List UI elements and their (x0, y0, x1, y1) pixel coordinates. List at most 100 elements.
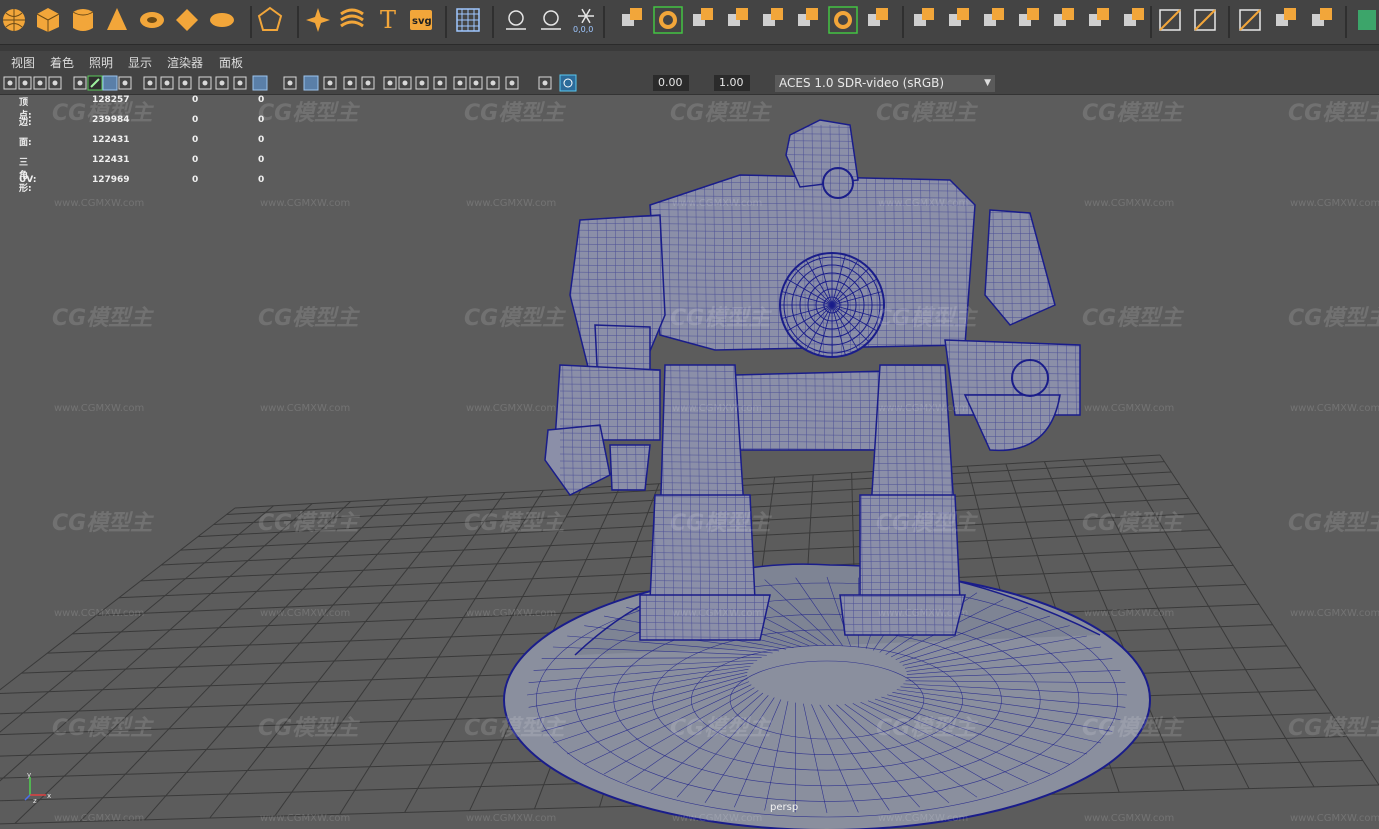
grease-pencil-icon[interactable] (87, 75, 103, 91)
wireframe-on-shaded-icon[interactable] (303, 75, 319, 91)
cone-icon[interactable] (107, 8, 127, 30)
hud-selected-edges: 0 (192, 115, 199, 125)
robot-left-claw[interactable] (544, 424, 611, 496)
menu-lighting[interactable]: 照明 (89, 54, 113, 71)
aa-icon[interactable] (415, 76, 429, 90)
grid-icon[interactable] (102, 75, 118, 91)
insert-loop-icon[interactable] (984, 8, 1004, 26)
shadows-icon[interactable] (361, 76, 375, 90)
color-mgmt-icon[interactable] (559, 74, 577, 92)
mirror-icon[interactable] (728, 8, 748, 26)
field-chart-icon[interactable] (178, 76, 192, 90)
backface-icon[interactable] (486, 76, 500, 90)
gamma-icon[interactable] (538, 76, 552, 90)
watermark-url: www.CGMXW.com (466, 403, 557, 414)
twist-icon[interactable] (340, 8, 364, 28)
offset-loop-icon[interactable] (1054, 8, 1074, 26)
platonic-icon[interactable] (257, 6, 283, 31)
sculpt-icon[interactable] (1276, 8, 1296, 26)
watermark-url: www.CGMXW.com (54, 608, 145, 619)
axis-label-y: y (27, 773, 31, 779)
locator-icon[interactable] (506, 10, 526, 30)
base-mesh[interactable] (503, 563, 1151, 829)
motion-blur-icon[interactable] (398, 76, 412, 90)
disc-icon[interactable] (210, 13, 234, 27)
bookmark-icon[interactable] (33, 76, 47, 90)
sweep-icon[interactable] (306, 8, 330, 32)
lights-icon[interactable] (343, 76, 357, 90)
gamma-field[interactable]: 1.00 (714, 75, 750, 91)
combine-icon[interactable] (622, 8, 642, 26)
film-gate-icon[interactable] (118, 76, 132, 90)
text-icon[interactable]: T (380, 6, 396, 34)
resolution-gate-icon[interactable] (143, 76, 157, 90)
exposure-icon[interactable] (505, 76, 519, 90)
menu-panels[interactable]: 面板 (219, 54, 243, 71)
connect-icon[interactable] (1159, 9, 1181, 31)
robot-gun-barrel[interactable] (1011, 359, 1049, 397)
camera-attr-icon[interactable] (18, 76, 32, 90)
watermark-url: www.CGMXW.com (878, 198, 969, 209)
bevel-icon[interactable] (798, 8, 818, 26)
watermark-url: www.CGMXW.com (878, 403, 969, 414)
slide-edge-icon[interactable] (1089, 8, 1109, 26)
gate-mask-icon[interactable] (160, 76, 174, 90)
extrude-icon[interactable] (914, 8, 934, 26)
torus-icon[interactable] (140, 12, 164, 28)
extract-icon[interactable] (653, 6, 683, 34)
watermark-brand: CG模型主 (258, 511, 359, 536)
svg-icon[interactable]: svg (410, 10, 432, 30)
isolate-icon[interactable] (433, 76, 447, 90)
measure-icon[interactable] (541, 10, 561, 30)
sphere-icon[interactable] (3, 9, 25, 31)
default-material-icon[interactable] (283, 76, 297, 90)
soft-mod-icon[interactable] (1358, 10, 1376, 30)
plane-icon[interactable] (176, 9, 198, 31)
lattice-icon[interactable] (1312, 8, 1332, 26)
fill-hole-icon[interactable] (868, 8, 888, 26)
color-space-dropdown[interactable]: ACES 1.0 SDR-video (sRGB) ▼ (775, 75, 995, 92)
boolean-icon[interactable] (693, 8, 713, 26)
watermark-brand: CG模型主 (52, 511, 153, 536)
wireframe-icon[interactable] (233, 76, 247, 90)
screen-ao-icon[interactable] (383, 76, 397, 90)
safe-action-icon[interactable] (198, 76, 212, 90)
cube-icon[interactable] (36, 8, 60, 32)
hud-tri-uvs: 0 (258, 175, 265, 185)
menu-shading[interactable]: 着色 (50, 54, 74, 71)
smooth-shade-icon[interactable] (252, 75, 268, 91)
cylinder-icon[interactable] (72, 9, 94, 31)
snowflake-icon[interactable]: 0,0,0 (573, 8, 594, 34)
viewport-persp[interactable]: 顶点: 128257 0 0 边: 239984 0 0 面: 122431 0… (0, 95, 1379, 829)
2d-pan-icon[interactable] (73, 76, 87, 90)
watermark-url: www.CGMXW.com (1084, 198, 1175, 209)
watermark-brand: CG模型主 (1288, 716, 1379, 741)
crease-icon[interactable] (1239, 9, 1261, 31)
merge-icon[interactable] (949, 8, 969, 26)
watermark-url: www.CGMXW.com (54, 198, 145, 209)
axis-label-z: z (33, 797, 37, 803)
collapse-icon[interactable] (1194, 9, 1216, 31)
smooth-icon[interactable] (763, 8, 783, 26)
exposure-field[interactable]: 0.00 (653, 75, 689, 91)
robot-mesh[interactable] (544, 119, 1081, 641)
xray-icon[interactable] (323, 76, 337, 90)
svg-tool-label: svg (412, 16, 432, 27)
watermark-url: www.CGMXW.com (260, 608, 351, 619)
image-plane-icon[interactable] (48, 76, 62, 90)
safe-title-icon[interactable] (215, 76, 229, 90)
menu-view[interactable]: 视图 (11, 54, 35, 71)
uv-editor-icon[interactable] (456, 8, 480, 32)
menu-renderer[interactable]: 渲染器 (167, 54, 203, 71)
menu-show[interactable]: 显示 (128, 54, 152, 71)
watermark-brand: CG模型主 (670, 101, 771, 126)
select-camera-icon[interactable] (3, 76, 17, 90)
target-weld-icon[interactable] (1124, 8, 1144, 26)
xray-joints-icon[interactable] (453, 76, 467, 90)
multicut-icon[interactable] (1019, 8, 1039, 26)
bridge-icon[interactable] (828, 6, 858, 34)
watermark-brand: CG模型主 (1288, 306, 1379, 331)
watermark-brand: CG模型主 (876, 306, 977, 331)
robot-left-claw-b[interactable] (609, 444, 651, 491)
xray-active-icon[interactable] (469, 76, 483, 90)
